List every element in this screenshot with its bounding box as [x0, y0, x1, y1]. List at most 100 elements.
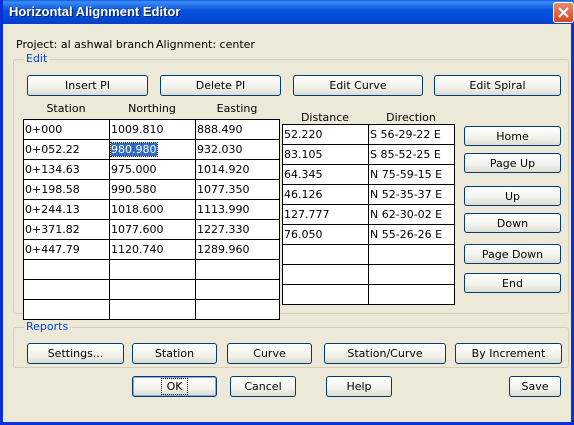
distance-cell[interactable] [282, 284, 369, 305]
direction-cell[interactable]: S 85-52-25 E [368, 144, 455, 165]
close-button[interactable] [553, 2, 574, 23]
easting-cell[interactable]: 1113.990 [195, 199, 280, 220]
direction-cell[interactable]: N 52-35-37 E [368, 184, 455, 205]
easting-cell[interactable] [195, 279, 280, 300]
save-button[interactable]: Save [509, 376, 561, 397]
easting-cell[interactable]: 1014.920 [195, 159, 280, 180]
northing-cell[interactable] [109, 279, 196, 300]
easting-cell[interactable]: 932.030 [195, 139, 280, 160]
easting-cell[interactable]: 1289.960 [195, 239, 280, 260]
distance-cell[interactable] [282, 264, 369, 285]
easting-cell[interactable]: 888.490 [195, 119, 280, 140]
project-label: Project: al ashwal branch [16, 38, 155, 51]
delete-pi-button[interactable]: Delete PI [160, 75, 281, 96]
cancel-button[interactable]: Cancel [230, 376, 296, 397]
table-row[interactable]: 76.050 N 55-26-26 E [282, 224, 455, 245]
curve-report-button[interactable]: Curve [227, 343, 312, 364]
northing-cell[interactable]: 975.000 [109, 159, 196, 180]
distance-cell[interactable]: 64.345 [282, 164, 369, 185]
direction-cell[interactable]: N 55-26-26 E [368, 224, 455, 245]
up-button[interactable]: Up [464, 186, 561, 206]
alignment-label: Alignment: center [156, 38, 255, 51]
dialog-window: Horizontal Alignment Editor Project: al … [0, 0, 574, 425]
table-row[interactable] [23, 279, 280, 300]
table-row[interactable]: 46.126 N 52-35-37 E [282, 184, 455, 205]
direction-cell[interactable] [368, 244, 455, 265]
direction-cell[interactable] [368, 264, 455, 285]
table-row[interactable]: 0+000 1009.810 888.490 [23, 119, 280, 140]
close-icon [558, 7, 569, 18]
northing-cell[interactable] [109, 259, 196, 280]
title-bar[interactable]: Horizontal Alignment Editor [3, 0, 574, 24]
station-cell[interactable]: 0+198.58 [23, 179, 110, 200]
direction-cell[interactable]: N 62-30-02 E [368, 204, 455, 225]
station-cell[interactable] [23, 279, 110, 300]
table-row[interactable] [282, 264, 455, 285]
distance-cell[interactable]: 52.220 [282, 124, 369, 145]
end-button[interactable]: End [464, 273, 561, 293]
distance-cell[interactable]: 127.777 [282, 204, 369, 225]
northing-cell[interactable]: 990.580 [109, 179, 196, 200]
station-cell[interactable] [23, 259, 110, 280]
table-row[interactable]: 0+244.13 1018.600 1113.990 [23, 199, 280, 220]
table-row[interactable] [282, 284, 455, 305]
table-row[interactable]: 0+447.79 1120.740 1289.960 [23, 239, 280, 260]
table-row[interactable]: 64.345 N 75-59-15 E [282, 164, 455, 185]
station-report-button[interactable]: Station [132, 343, 217, 364]
station-cell[interactable]: 0+134.63 [23, 159, 110, 180]
table-row[interactable]: 0+198.58 990.580 1077.350 [23, 179, 280, 200]
table-row[interactable]: 0+134.63 975.000 1014.920 [23, 159, 280, 180]
page-up-button[interactable]: Page Up [464, 153, 561, 173]
table-row[interactable]: 0+371.82 1077.600 1227.330 [23, 219, 280, 240]
easting-header: Easting [216, 102, 258, 115]
distance-cell[interactable]: 76.050 [282, 224, 369, 245]
direction-cell[interactable] [368, 284, 455, 305]
direction-cell[interactable]: N 75-59-15 E [368, 164, 455, 185]
distance-cell[interactable]: 46.126 [282, 184, 369, 205]
ok-button[interactable]: OK [132, 376, 217, 397]
home-button[interactable]: Home [464, 126, 561, 146]
table-row[interactable]: 127.777 N 62-30-02 E [282, 204, 455, 225]
by-increment-report-button[interactable]: By Increment [455, 343, 562, 364]
northing-cell[interactable] [109, 299, 196, 320]
reports-group-label: Reports [24, 320, 71, 333]
northing-cell[interactable]: 1077.600 [109, 219, 196, 240]
page-down-button[interactable]: Page Down [464, 244, 561, 264]
station-cell[interactable]: 0+447.79 [23, 239, 110, 260]
station-cell[interactable]: 0+052.22 [23, 139, 110, 160]
station-cell[interactable] [23, 299, 110, 320]
northing-cell[interactable]: 980.980 [109, 139, 196, 160]
easting-cell[interactable]: 1077.350 [195, 179, 280, 200]
distance-cell[interactable]: 83.105 [282, 144, 369, 165]
table-row[interactable] [282, 244, 455, 265]
table-row[interactable]: 52.220 S 56-29-22 E [282, 124, 455, 145]
down-button[interactable]: Down [464, 213, 561, 233]
easting-cell[interactable] [195, 259, 280, 280]
table-row[interactable] [23, 299, 280, 320]
easting-cell[interactable]: 1227.330 [195, 219, 280, 240]
direction-header: Direction [386, 111, 436, 124]
edit-group-label: Edit [24, 52, 50, 65]
station-cell[interactable]: 0+244.13 [23, 199, 110, 220]
station-cell[interactable]: 0+000 [23, 119, 110, 140]
settings-button[interactable]: Settings... [27, 343, 124, 364]
edit-curve-button[interactable]: Edit Curve [293, 75, 423, 96]
table-row[interactable]: 83.105 S 85-52-25 E [282, 144, 455, 165]
northing-cell[interactable]: 1018.600 [109, 199, 196, 220]
northing-header: Northing [128, 102, 176, 115]
station-header: Station [46, 102, 86, 115]
easting-cell[interactable] [195, 299, 280, 320]
insert-pi-button[interactable]: Insert PI [27, 75, 148, 96]
bearing-table[interactable]: 52.220 S 56-29-22 E 83.105 S 85-52-25 E 64.3… [282, 124, 455, 305]
table-row[interactable]: 0+052.22 980.980 932.030 [23, 139, 280, 160]
edit-spiral-button[interactable]: Edit Spiral [434, 75, 561, 96]
station-cell[interactable]: 0+371.82 [23, 219, 110, 240]
help-button[interactable]: Help [326, 376, 392, 397]
station-curve-report-button[interactable]: Station/Curve [324, 343, 446, 364]
table-row[interactable] [23, 259, 280, 280]
northing-cell[interactable]: 1009.810 [109, 119, 196, 140]
distance-cell[interactable] [282, 244, 369, 265]
northing-cell[interactable]: 1120.740 [109, 239, 196, 260]
direction-cell[interactable]: S 56-29-22 E [368, 124, 455, 145]
coordinates-table[interactable]: 0+000 1009.810 888.490 0+052.22 980.980 932.0… [23, 119, 280, 320]
